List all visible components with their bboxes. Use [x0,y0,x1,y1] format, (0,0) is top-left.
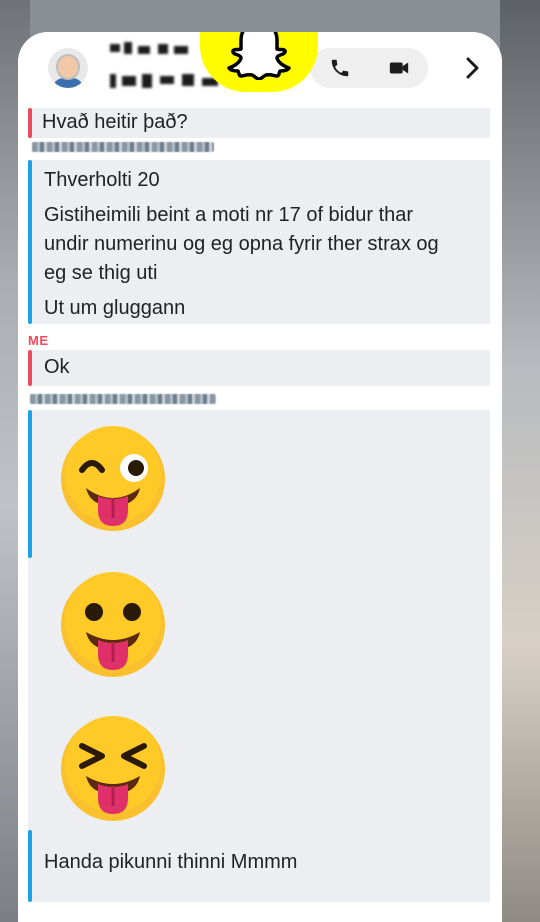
message-text-line: eg se thig uti [44,262,158,284]
video-icon [389,62,408,74]
message-text-line: undir numerinu og eg opna fyrir ther str… [44,233,439,255]
message-bubble[interactable]: Thverholti 20 Gistiheimili beint a moti … [28,160,490,324]
avatar[interactable] [48,48,88,88]
sender-bar [28,108,32,138]
message-text: Handa pikunni thinni Mmmm [44,851,298,873]
message-text-line: Gistiheimili beint a moti nr 17 of bidur… [44,204,414,226]
message-bubble[interactable]: Hvað heitir það? [28,108,490,138]
sender-bar [28,410,32,558]
sender-label-redacted [32,142,214,152]
sender-label-me: ME [28,333,49,348]
chevron-right-button[interactable] [458,54,486,82]
sender-bar [28,830,32,902]
message-text: Ut um gluggann [44,297,186,319]
message-bubble[interactable]: Ok [28,350,490,386]
message-bubble[interactable]: Handa pikunni thinni Mmmm [28,410,490,902]
squinting-face-with-tongue-icon[interactable] [58,714,168,824]
background-right [500,0,540,922]
message-text: Hvað heitir það? [42,111,188,133]
snapchat-ghost-icon [227,32,291,80]
face-with-tongue-icon[interactable] [58,570,168,680]
winking-face-with-tongue-icon[interactable] [58,424,168,534]
call-actions [310,48,428,88]
sender-bar [28,350,32,386]
sender-bar [28,160,32,324]
sender-label-redacted [30,394,216,404]
phone-call-button[interactable] [310,48,369,88]
message-text: Ok [44,356,70,378]
chevron-right-icon [466,57,479,79]
phone-icon [331,59,348,77]
avatar-face [56,54,80,80]
message-text: Thverholti 20 [44,169,160,191]
chat-window: Hvað heitir það? Thverholti 20 Gistiheim… [18,32,502,922]
video-call-button[interactable] [369,48,428,88]
